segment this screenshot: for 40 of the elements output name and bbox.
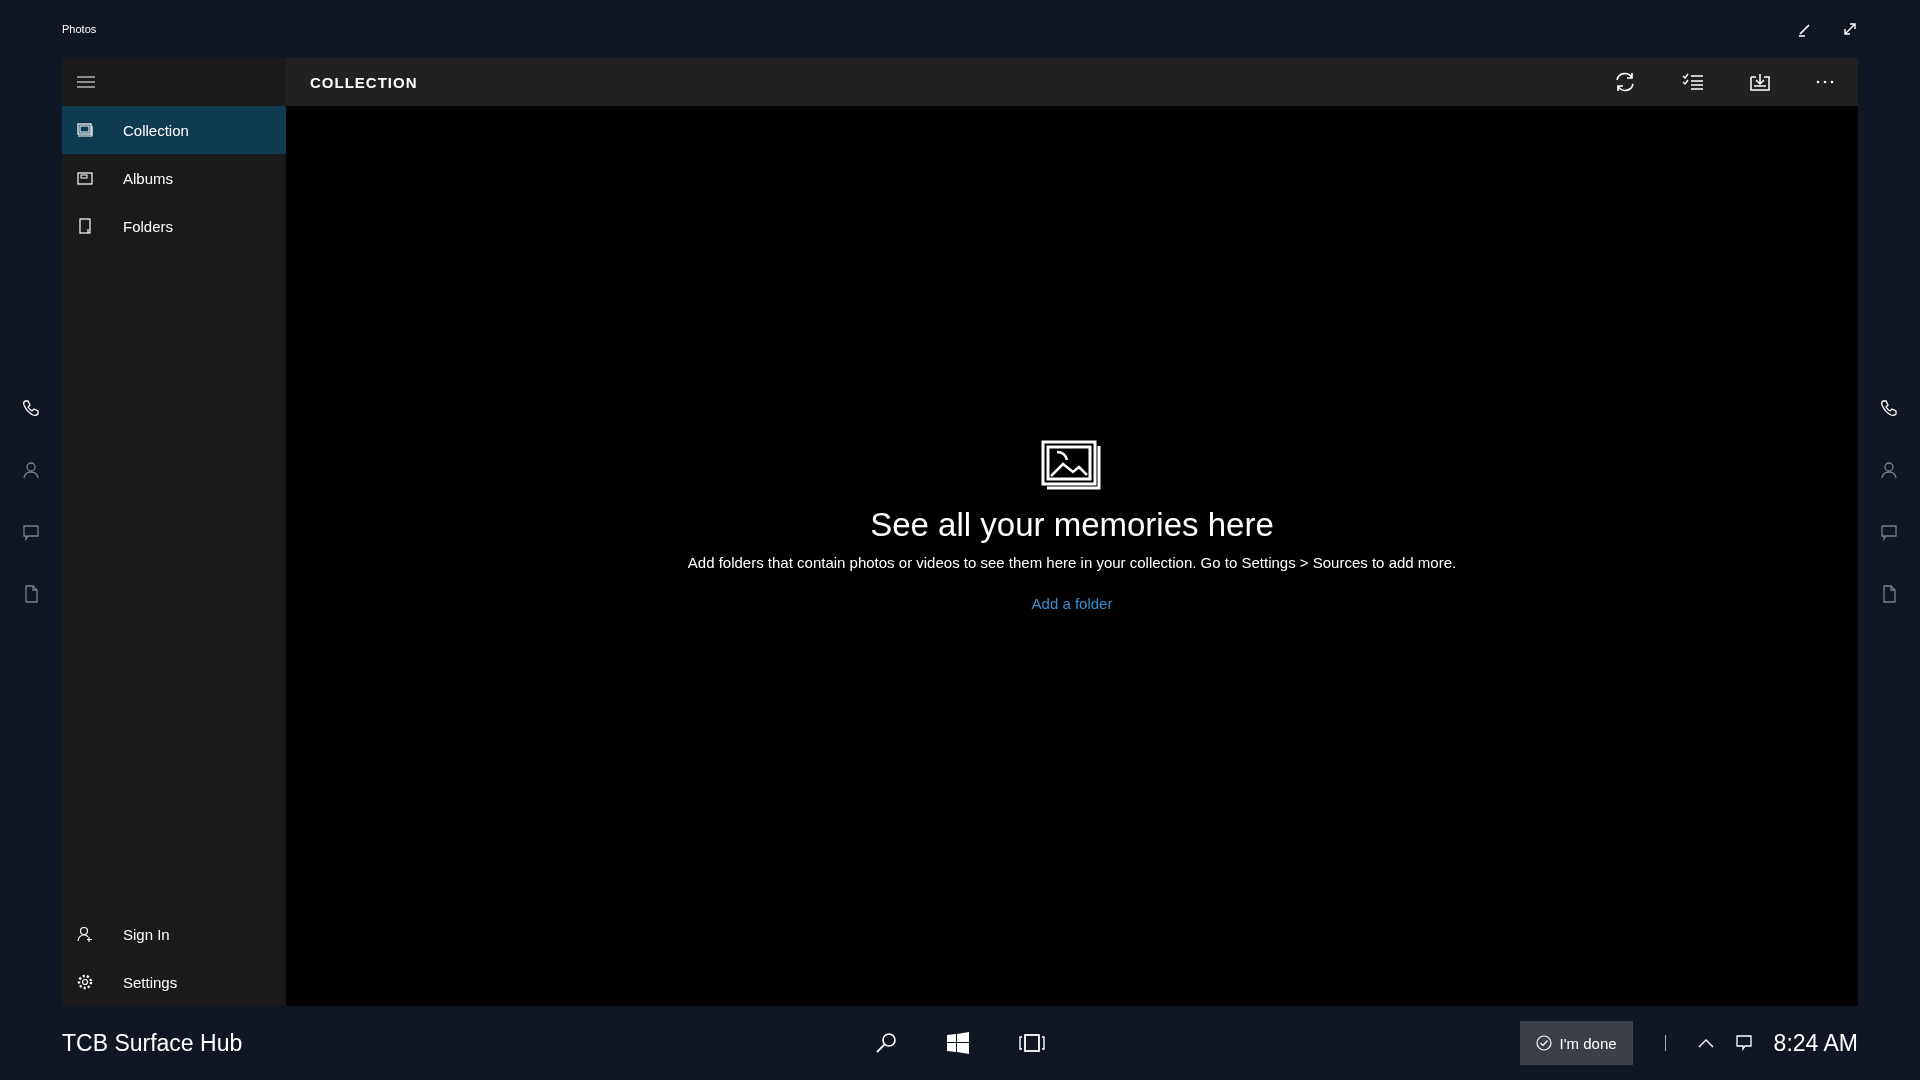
clock: 8:24 AM [1773, 1029, 1858, 1057]
phone-icon[interactable] [22, 399, 40, 417]
check-circle-icon [1535, 1035, 1552, 1051]
person-icon[interactable] [22, 461, 40, 479]
caret-up-icon[interactable] [1697, 1038, 1714, 1048]
empty-message: Add folders that contain photos or videos to see them here in your collection. Go to Settings > Sources to add more. [687, 554, 1457, 571]
device-name: TCB Surface Hub [62, 1029, 244, 1057]
images-icon [77, 122, 93, 138]
person-icon[interactable] [1880, 461, 1898, 479]
task-view-icon[interactable] [1019, 1034, 1045, 1052]
menu-icon[interactable] [77, 76, 95, 88]
nav-item[interactable]: Albums [62, 154, 286, 202]
pen-icon[interactable] [1797, 21, 1813, 37]
expand-icon[interactable] [1842, 21, 1858, 37]
sign-in-button[interactable]: Sign In [62, 910, 286, 958]
nav-item[interactable]: Folders [62, 202, 286, 250]
done-button[interactable]: I'm done [1519, 1021, 1633, 1065]
document-icon[interactable] [22, 585, 40, 603]
folder-icon [77, 218, 93, 234]
chat-icon[interactable] [22, 523, 40, 541]
windows-icon[interactable] [947, 1032, 969, 1054]
photos-icon [1041, 440, 1103, 492]
refresh-icon[interactable] [1614, 71, 1636, 93]
document-icon[interactable] [1880, 585, 1898, 603]
nav-item[interactable]: Collection [62, 106, 286, 154]
add-folder-link[interactable]: Add a folder [1031, 595, 1113, 612]
phone-icon[interactable] [1880, 399, 1898, 417]
import-icon[interactable] [1750, 73, 1770, 91]
page-title: COLLECTION [310, 73, 418, 91]
search-icon[interactable] [875, 1032, 897, 1054]
person-add-icon [77, 926, 93, 942]
settings-button[interactable]: Settings [62, 958, 286, 1006]
settings-icon [77, 974, 93, 990]
empty-heading: See all your memories here [870, 506, 1274, 544]
app-title: Photos [62, 23, 97, 35]
select-list-icon[interactable] [1682, 73, 1704, 91]
chat-icon[interactable] [1880, 523, 1898, 541]
more-icon[interactable] [1816, 80, 1834, 84]
notification-icon[interactable] [1735, 1035, 1752, 1051]
album-icon [77, 170, 93, 186]
